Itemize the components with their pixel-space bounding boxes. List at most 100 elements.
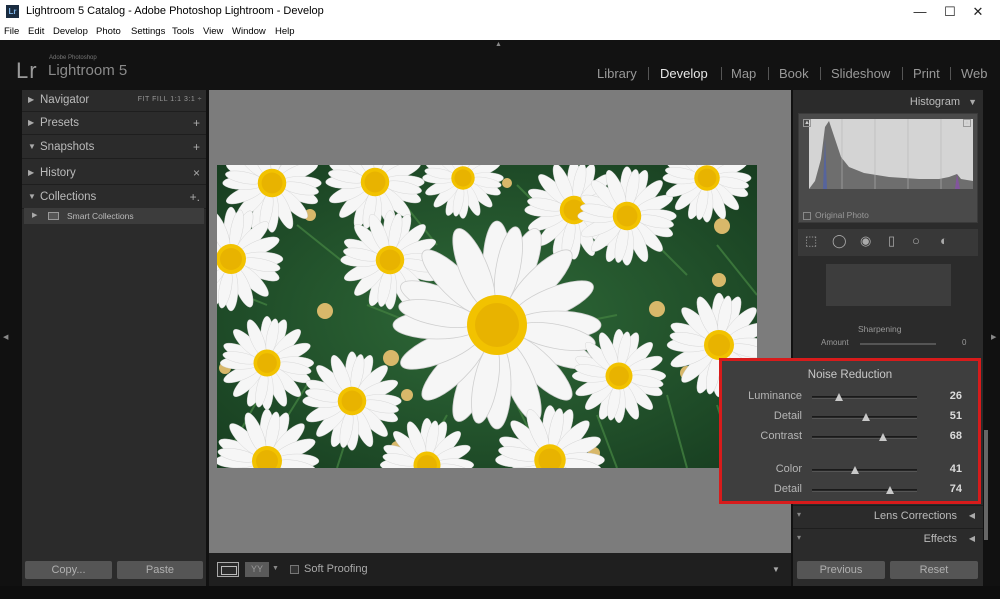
noise-reduction-title: Noise Reduction xyxy=(807,369,893,381)
module-book[interactable]: Book xyxy=(779,66,809,81)
menu-view[interactable]: View xyxy=(203,26,223,37)
close-button[interactable]: ✕ xyxy=(963,2,993,22)
left-panel-arrow-icon[interactable]: ◀ xyxy=(3,333,8,341)
right-panel-arrow-icon[interactable]: ▶ xyxy=(991,333,996,341)
minimize-button[interactable]: — xyxy=(905,2,935,22)
right-panel-scrollbar[interactable] xyxy=(984,430,988,540)
lens-corrections-label: Lens Corrections xyxy=(873,510,957,522)
menu-tools[interactable]: Tools xyxy=(172,26,194,37)
color-detail-value[interactable]: 74 xyxy=(950,483,962,495)
color-value[interactable]: 41 xyxy=(950,463,962,475)
maximize-button[interactable]: ☐ xyxy=(935,2,965,22)
lens-corrections-header[interactable]: ▾ Lens Corrections ◀ xyxy=(793,505,983,527)
module-separator xyxy=(768,67,769,80)
navigator-header[interactable]: ▶ Navigator FIT FILL 1:1 3:1 ÷ xyxy=(22,90,206,112)
contrast-value[interactable]: 68 xyxy=(950,430,962,442)
sharpening-amount-slider[interactable] xyxy=(860,343,936,345)
module-separator xyxy=(820,67,821,80)
spot-removal-tool-icon[interactable]: ◯ xyxy=(832,233,847,249)
window-title-bar: Lr Lightroom 5 Catalog - Adobe Photoshop… xyxy=(0,0,1000,24)
histogram-collapse-icon[interactable]: ▼ xyxy=(968,97,977,107)
detail-preview[interactable] xyxy=(826,264,951,306)
expand-triangle-icon: ▶ xyxy=(28,95,35,104)
history-header[interactable]: ▶ History × xyxy=(22,163,206,185)
module-separator xyxy=(950,67,951,80)
collections-header[interactable]: ▼ Collections +. xyxy=(22,187,206,209)
module-separator xyxy=(721,67,722,80)
luminance-row: Luminance 26 xyxy=(722,389,978,405)
contrast-row: Contrast 68 xyxy=(722,429,978,445)
daisy-photo[interactable] xyxy=(217,165,757,468)
history-label: History xyxy=(40,167,76,179)
soft-proofing-checkbox[interactable] xyxy=(290,565,299,574)
graduated-filter-tool-icon[interactable]: ▯ xyxy=(888,233,895,249)
contrast-slider-thumb[interactable] xyxy=(879,433,888,441)
expand-triangle-icon: ▶ xyxy=(32,212,38,219)
luminance-detail-value[interactable]: 51 xyxy=(950,410,962,422)
luminance-value[interactable]: 26 xyxy=(950,390,962,402)
soft-proofing-label: Soft Proofing xyxy=(304,563,368,575)
color-slider-thumb[interactable] xyxy=(851,466,860,474)
red-eye-tool-icon[interactable]: ◉ xyxy=(860,233,871,249)
sharpening-title: Sharpening xyxy=(858,324,902,334)
effects-label: Effects xyxy=(923,533,957,545)
panel-switch-icon[interactable]: ▾ xyxy=(797,510,801,519)
module-separator xyxy=(648,67,649,80)
module-web[interactable]: Web xyxy=(961,66,988,81)
presets-label: Presets xyxy=(40,117,79,129)
snapshots-label: Snapshots xyxy=(40,141,95,153)
add-preset-icon[interactable]: + xyxy=(193,116,200,130)
module-map[interactable]: Map xyxy=(731,66,756,81)
luminance-slider-thumb[interactable] xyxy=(835,393,844,401)
menu-develop[interactable]: Develop xyxy=(53,26,88,37)
color-detail-slider-thumb[interactable] xyxy=(885,486,894,494)
highlight-clipping-icon[interactable]: ▲ xyxy=(963,119,971,127)
top-panel-arrow-icon[interactable]: ▲ xyxy=(495,41,502,48)
window-title: Lightroom 5 Catalog - Adobe Photoshop Li… xyxy=(26,5,324,17)
menu-edit[interactable]: Edit xyxy=(28,26,44,37)
module-print[interactable]: Print xyxy=(913,66,940,81)
clear-history-icon[interactable]: × xyxy=(193,166,200,180)
collections-label: Collections xyxy=(40,191,97,203)
radial-filter-tool-icon[interactable]: ○ xyxy=(912,233,920,248)
menu-photo[interactable]: Photo xyxy=(96,26,121,37)
loupe-view-icon[interactable] xyxy=(217,562,239,577)
color-slider[interactable] xyxy=(812,466,917,474)
copy-button[interactable]: Copy... xyxy=(25,561,112,579)
adjustment-brush-tool-icon[interactable]: ◐ xyxy=(940,233,948,248)
luminance-detail-slider-thumb[interactable] xyxy=(861,413,870,421)
brand-company: Adobe Photoshop xyxy=(49,55,97,61)
menu-help[interactable]: Help xyxy=(275,26,295,37)
previous-button[interactable]: Previous xyxy=(797,561,885,579)
navigator-zoom-options[interactable]: FIT FILL 1:1 3:1 ÷ xyxy=(138,96,202,103)
view-dropdown-icon[interactable]: ▼ xyxy=(272,565,279,572)
histogram-svg xyxy=(809,119,973,189)
luminance-detail-slider[interactable] xyxy=(812,413,917,421)
original-photo-checkbox[interactable] xyxy=(803,212,811,220)
contrast-slider[interactable] xyxy=(812,433,917,441)
add-snapshot-icon[interactable]: + xyxy=(193,140,200,154)
module-develop[interactable]: Develop xyxy=(660,66,708,81)
reset-button[interactable]: Reset xyxy=(890,561,978,579)
menu-window[interactable]: Window xyxy=(232,26,266,37)
snapshots-header[interactable]: ▼ Snapshots + xyxy=(22,137,206,159)
smart-collections-item[interactable]: ▶ Smart Collections xyxy=(24,208,204,224)
presets-header[interactable]: ▶ Presets + xyxy=(22,113,206,135)
module-library[interactable]: Library xyxy=(597,66,637,81)
color-detail-slider[interactable] xyxy=(812,486,917,494)
luminance-detail-row: Detail 51 xyxy=(722,409,978,425)
paste-button[interactable]: Paste xyxy=(117,561,203,579)
before-after-view-button[interactable]: YY xyxy=(245,562,269,577)
luminance-slider[interactable] xyxy=(812,393,917,401)
collapse-triangle-icon: ▼ xyxy=(28,192,36,201)
crop-tool-icon[interactable]: ⬚ xyxy=(805,233,817,249)
histogram-graph xyxy=(809,119,973,189)
module-slideshow[interactable]: Slideshow xyxy=(831,66,890,81)
shadow-clipping-icon[interactable]: ▲ xyxy=(803,119,811,127)
toolbar-menu-icon[interactable]: ▼ xyxy=(772,565,780,574)
panel-switch-icon[interactable]: ▾ xyxy=(797,533,801,542)
add-collection-icon[interactable]: +. xyxy=(190,190,200,204)
menu-settings[interactable]: Settings xyxy=(131,26,165,37)
effects-header[interactable]: ▾ Effects ◀ xyxy=(793,528,983,550)
menu-file[interactable]: File xyxy=(4,26,19,37)
